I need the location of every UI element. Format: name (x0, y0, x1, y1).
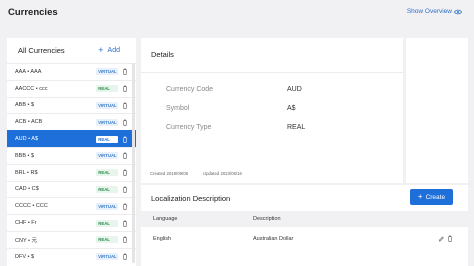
currency-list: AAA • AAA VIRTUAL AACCC • ccc REAL ABB • $ VI… (7, 63, 136, 265)
trash-icon[interactable] (122, 236, 128, 244)
trash-icon[interactable] (122, 85, 128, 92)
currency-list-item[interactable]: DFV • $ VIRTUAL (7, 247, 136, 265)
column-description: Description (253, 216, 281, 222)
currency-list-title: All Currencies (18, 46, 65, 55)
row-language: English (153, 236, 172, 242)
currency-list-item[interactable]: CNY • 元 REAL (7, 230, 136, 248)
currency-name: CCCC • CCC (15, 203, 48, 210)
plus-icon: + (417, 192, 423, 201)
page-title: Currencies (8, 7, 58, 18)
details-divider (141, 72, 403, 73)
show-overview-label: Show Overview (406, 8, 452, 15)
currency-code-label: Currency Code (166, 86, 214, 93)
currency-type-value: REAL (287, 124, 306, 131)
currency-type-badge: REAL (96, 169, 119, 177)
currency-code-value: AUD (287, 86, 302, 93)
column-language: Language (153, 216, 178, 222)
currency-name: AAA • AAA (15, 68, 42, 75)
localization-table-header: Language Description (141, 211, 468, 227)
symbol-value: A$ (287, 105, 296, 112)
currency-list-item[interactable]: AUD • A$ REAL (7, 130, 136, 147)
trash-icon[interactable] (447, 235, 453, 242)
currency-list-item[interactable]: AACCC • ccc REAL (7, 79, 136, 97)
currency-list-header: All Currencies + Add (7, 38, 136, 63)
updated-date: Updated 2023/06/16 (203, 171, 242, 176)
create-button[interactable]: + Create (410, 189, 453, 205)
row-actions (438, 235, 453, 242)
currency-name: BBB • $ (15, 152, 35, 159)
plus-icon: + (98, 45, 104, 55)
currency-list-item[interactable]: ABB • $ VIRTUAL (7, 96, 136, 114)
trash-icon[interactable] (122, 169, 128, 176)
edit-icon[interactable] (438, 235, 444, 242)
trash-icon[interactable] (122, 186, 128, 193)
currency-type-badge: REAL (96, 219, 119, 227)
add-currency-label: Add (107, 47, 120, 54)
currency-name: ABB • $ (15, 102, 35, 109)
currency-list-panel: All Currencies + Add AAA • AAA VIRTUAL AAC… (7, 38, 136, 266)
trash-icon[interactable] (122, 68, 128, 76)
currency-name: AACCC • ccc (15, 85, 48, 92)
trash-icon[interactable] (122, 119, 128, 126)
create-button-label: Create (425, 193, 446, 201)
currency-type-badge: VIRTUAL (96, 202, 119, 210)
created-date: Created 2019/09/08 (150, 171, 188, 176)
currency-type-badge: REAL (96, 185, 119, 193)
localization-title: Localization Description (151, 194, 231, 203)
details-panel: Details Currency Code AUD Symbol A$ Curr… (141, 38, 403, 183)
row-description: Australian Dollar (253, 236, 294, 242)
currency-list-item[interactable]: BRL • R$ REAL (7, 163, 136, 181)
currency-name: AUD • A$ (15, 136, 39, 143)
currency-list-item[interactable]: CHF • Fr REAL (7, 214, 136, 231)
trash-icon[interactable] (122, 152, 128, 160)
trash-icon[interactable] (122, 220, 128, 227)
currency-list-item[interactable]: AAA • AAA VIRTUAL (7, 63, 136, 80)
trash-icon[interactable] (122, 203, 128, 210)
show-overview-link[interactable]: Show Overview (407, 8, 462, 15)
currency-name: BRL • R$ (15, 169, 38, 176)
currency-name: ACB • ACB (15, 119, 43, 126)
eye-icon (454, 9, 462, 14)
currency-type-badge: VIRTUAL (96, 152, 119, 160)
trash-icon[interactable] (122, 253, 128, 260)
currency-list-item[interactable]: CCCC • CCC VIRTUAL (7, 197, 136, 214)
symbol-label: Symbol (166, 105, 190, 112)
currency-name: CNY • 元 (15, 237, 37, 244)
currency-list-item[interactable]: BBB • $ VIRTUAL (7, 146, 136, 164)
currency-type-badge: VIRTUAL (96, 101, 119, 109)
currency-type-badge: VIRTUAL (96, 118, 119, 126)
add-currency-button[interactable]: + Add (98, 46, 120, 55)
currency-type-badge: REAL (96, 135, 119, 143)
table-row: English Australian Dollar (141, 233, 468, 247)
currency-type-badge: VIRTUAL (96, 253, 119, 261)
currency-type-badge: REAL (96, 85, 119, 93)
currency-list-scrollbar[interactable] (132, 63, 135, 263)
currency-name: CAD • C$ (15, 186, 39, 193)
currency-list-item[interactable]: ACB • ACB VIRTUAL (7, 113, 136, 130)
trash-icon[interactable] (122, 136, 128, 143)
currency-list-item[interactable]: CAD • C$ REAL (7, 180, 136, 198)
currency-type-badge: VIRTUAL (96, 68, 119, 76)
side-panel (406, 38, 468, 183)
details-title: Details (151, 50, 174, 59)
trash-icon[interactable] (122, 102, 128, 109)
localization-panel: Localization Description + Create Langua… (141, 185, 468, 266)
currency-name: CHF • Fr (15, 220, 37, 227)
currency-type-badge: REAL (96, 236, 119, 244)
currency-name: DFV • $ (15, 253, 35, 260)
currency-type-label: Currency Type (166, 124, 212, 131)
